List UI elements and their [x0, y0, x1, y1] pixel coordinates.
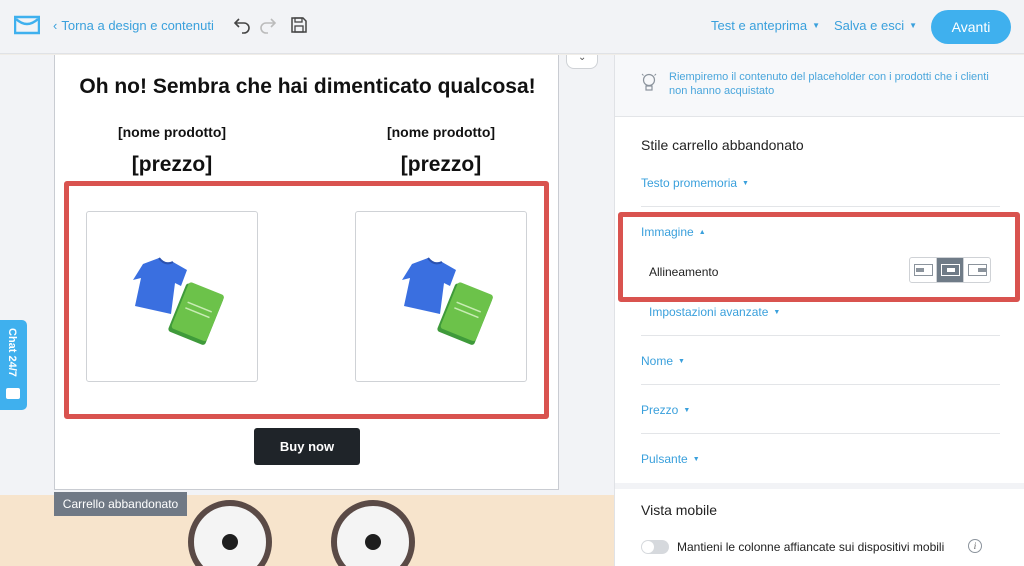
reminder-text-link[interactable]: Testo promemoria ▼	[641, 176, 749, 190]
getresponse-logo	[14, 15, 40, 35]
editor-canvas: Oh no! Sembra che hai dimenticato qualco…	[0, 55, 614, 566]
reminder-text-label: Testo promemoria	[641, 176, 738, 190]
caret-down-icon: ▼	[692, 456, 700, 463]
chevron-down-icon: ⌄	[578, 55, 587, 63]
button-section-link[interactable]: Pulsante ▼	[641, 452, 700, 466]
price-section-link[interactable]: Prezzo ▼	[641, 403, 690, 417]
product-price-1: [prezzo]	[131, 153, 213, 176]
block-type-tag: Carrello abbandonato	[54, 492, 187, 516]
divider	[641, 384, 1000, 385]
caret-down-icon: ▼	[812, 21, 821, 30]
toggle-knob	[642, 541, 654, 553]
info-icon[interactable]: i	[968, 539, 982, 553]
top-bar: ‹ Torna a design e contenuti Test e antep…	[0, 0, 1024, 54]
align-center-button[interactable]	[937, 258, 964, 282]
caret-down-icon: ▼	[683, 407, 691, 414]
mobile-columns-label: Mantieni le colonne affiancate sui dispo…	[677, 540, 945, 554]
email-heading: Oh no! Sembra che hai dimenticato qualco…	[79, 75, 536, 98]
name-section-link[interactable]: Nome ▼	[641, 354, 685, 368]
product-name-1: [nome prodotto]	[117, 124, 227, 140]
settings-panel: Riempiremo il contenuto del placeholder …	[614, 55, 1024, 566]
product-image-placeholder-1[interactable]	[86, 211, 258, 382]
name-section-label: Nome	[641, 354, 674, 368]
collapse-toggle[interactable]: ⌄	[566, 55, 598, 69]
align-center-bar	[947, 268, 955, 272]
caret-down-icon: ▼	[678, 358, 685, 365]
align-right-bar	[978, 268, 986, 272]
advanced-settings-label: Impostazioni avanzate	[649, 305, 769, 319]
chat-tab[interactable]: Chat 24/7	[0, 320, 27, 410]
caret-down-icon: ▼	[773, 309, 781, 316]
product-name-2: [nome prodotto]	[386, 124, 496, 140]
align-left-bar	[916, 268, 924, 272]
divider	[641, 433, 1000, 434]
price-section-label: Prezzo	[641, 403, 679, 417]
section-title-mobile: Vista mobile	[641, 502, 718, 518]
test-preview-label: Test e anteprima	[711, 18, 808, 33]
mobile-columns-toggle[interactable]	[641, 540, 669, 554]
redo-icon[interactable]	[259, 15, 279, 35]
divider	[641, 335, 1000, 336]
back-link-label: Torna a design e contenuti	[61, 18, 214, 33]
caret-up-icon: ▲	[698, 229, 706, 236]
save-icon[interactable]	[289, 15, 309, 35]
lightbulb-icon	[641, 73, 657, 91]
save-exit-label: Salva e esci	[834, 18, 905, 33]
align-right-button[interactable]	[964, 258, 990, 282]
section-title-cart-style: Stile carrello abbandonato	[641, 137, 804, 153]
save-exit-menu[interactable]: Salva e esci ▼	[834, 18, 917, 33]
alignment-label: Allineamento	[649, 265, 719, 279]
undo-icon[interactable]	[231, 15, 251, 35]
button-section-label: Pulsante	[641, 452, 688, 466]
advanced-settings-link[interactable]: Impostazioni avanzate ▼	[649, 305, 780, 319]
caret-down-icon: ▼	[742, 180, 749, 187]
tshirt-book-icon	[402, 257, 493, 345]
hint-box: Riempiremo il contenuto del placeholder …	[615, 55, 1024, 117]
abandoned-cart-block[interactable]: Oh no! Sembra che hai dimenticato qualco…	[54, 55, 559, 490]
buy-now-button[interactable]: Buy now	[254, 428, 360, 465]
image-section-link[interactable]: Immagine ▲	[641, 225, 706, 239]
hint-text: Riempiremo il contenuto del placeholder …	[669, 71, 989, 97]
align-left-button[interactable]	[910, 258, 937, 282]
section-separator	[615, 483, 1024, 489]
alignment-segmented-control	[909, 257, 991, 283]
caret-down-icon: ▼	[909, 21, 918, 30]
product-image-placeholder-2[interactable]	[355, 211, 527, 382]
chat-label: Chat 24/7	[6, 328, 18, 377]
next-button[interactable]: Avanti	[931, 10, 1011, 44]
chat-bubble-icon	[6, 388, 20, 399]
tshirt-book-icon	[133, 257, 224, 345]
image-section-label: Immagine	[641, 225, 694, 239]
back-to-design-link[interactable]: ‹ Torna a design e contenuti	[53, 18, 214, 33]
product-price-2: [prezzo]	[400, 153, 482, 176]
divider	[641, 206, 1000, 207]
test-preview-menu[interactable]: Test e anteprima ▼	[711, 18, 820, 33]
chevron-left-icon: ‹	[53, 18, 58, 33]
